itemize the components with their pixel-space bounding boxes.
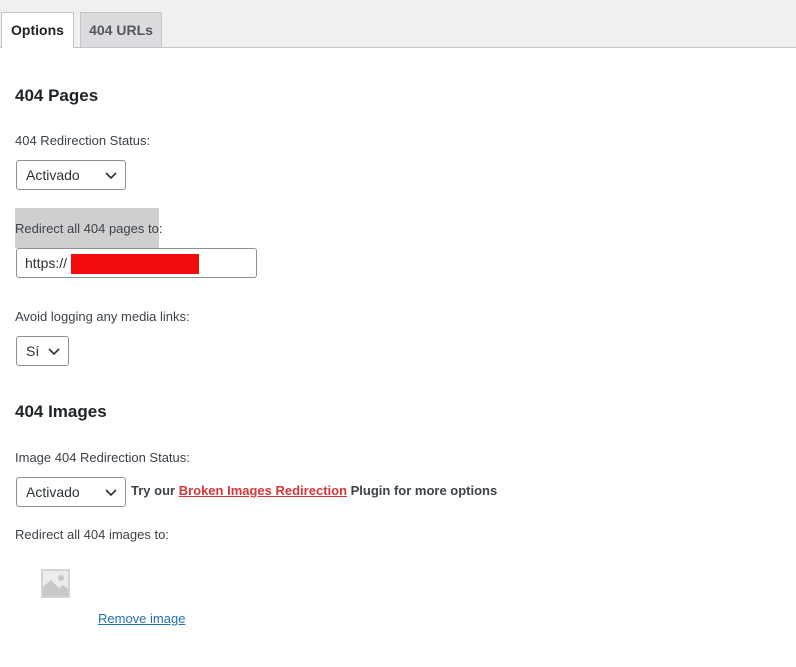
chevron-down-icon [105, 489, 117, 497]
plugin-promo-text: Try our Broken Images Redirection Plugin… [131, 483, 497, 498]
chevron-down-icon [48, 348, 60, 356]
redirection-status-select[interactable]: Activado [16, 160, 126, 190]
redacted-url-block [71, 254, 199, 274]
avoid-logging-value: Sí [26, 343, 40, 359]
tab-404-urls[interactable]: 404 URLs [80, 12, 162, 47]
avoid-logging-label: Avoid logging any media links: [15, 309, 190, 324]
avoid-logging-select[interactable]: Sí [16, 336, 69, 366]
redirect-pages-label: Redirect all 404 pages to: [15, 221, 163, 236]
broken-images-redirection-link[interactable]: Broken Images Redirection [179, 483, 347, 498]
redirect-pages-url-value: https:// [25, 255, 68, 271]
redirect-images-label: Redirect all 404 images to: [15, 527, 169, 542]
promo-prefix: Try our [131, 483, 179, 498]
section-heading-404-pages: 404 Pages [15, 86, 99, 105]
section-heading-404-images: 404 Images [15, 402, 107, 421]
redirection-status-value: Activado [26, 167, 80, 183]
tab-options[interactable]: Options [1, 12, 74, 48]
tab-bar: Options 404 URLs [0, 0, 796, 48]
redirection-status-label: 404 Redirection Status: [15, 133, 151, 148]
image-redirection-status-value: Activado [26, 484, 80, 500]
remove-image-link[interactable]: Remove image [98, 611, 185, 626]
image-redirection-status-select[interactable]: Activado [16, 477, 126, 507]
image-redirection-status-label: Image 404 Redirection Status: [15, 450, 190, 465]
image-placeholder-icon[interactable] [41, 569, 70, 598]
chevron-down-icon [105, 172, 117, 180]
promo-suffix: Plugin for more options [347, 483, 498, 498]
